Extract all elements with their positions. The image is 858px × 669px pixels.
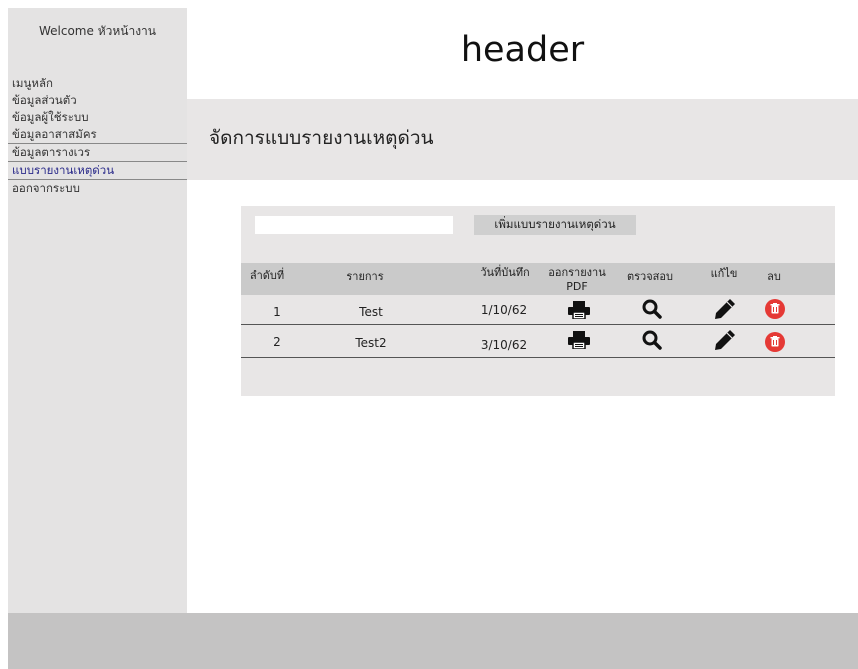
header-pdf: ออกรายงาน PDF [546,266,608,294]
search-icon[interactable] [642,299,662,323]
row-item: Test2 [355,336,387,350]
sidebar-item-emergency-report[interactable]: แบบรายงานเหตุด่วน [8,161,187,179]
header-edit: แก้ไข [710,267,738,280]
sidebar-item-volunteers[interactable]: ข้อมูลอาสาสมัคร [8,126,187,143]
sidebar-item-logout[interactable]: ออกจากระบบ [8,179,187,197]
welcome-text: Welcome หัวหน้างาน [38,24,156,38]
pencil-icon[interactable] [714,329,736,355]
report-table: ลำดับที่ รายการ วันที่บันทึก ออกรายงาน P… [241,263,835,358]
search-input[interactable] [255,216,453,234]
printer-icon[interactable] [568,301,590,323]
header-date: วันที่บันทึก [480,266,530,279]
footer [8,613,858,669]
page: Welcome หัวหน้างาน เมนูหลัก ข้อมูลส่วนตั… [8,8,858,669]
sidebar: Welcome หัวหน้างาน เมนูหลัก ข้อมูลส่วนตั… [8,8,187,613]
header-no: ลำดับที่ [249,269,285,282]
trash-icon[interactable] [765,299,785,323]
header-check: ตรวจสอบ [627,270,673,283]
sidebar-item-schedule[interactable]: ข้อมูลตารางเวร [8,143,187,161]
title-bar: จัดการแบบรายงานเหตุด่วน [187,99,858,180]
table-header: ลำดับที่ รายการ วันที่บันทึก ออกรายงาน P… [241,263,835,295]
search-icon[interactable] [642,330,662,354]
page-title: จัดการแบบรายงานเหตุด่วน [209,127,434,149]
header-pdf-line1: ออกรายงาน [548,266,606,279]
sidebar-item-main-menu[interactable]: เมนูหลัก [8,75,187,92]
pencil-icon[interactable] [714,298,736,324]
sidebar-menu: เมนูหลัก ข้อมูลส่วนตัว ข้อมูลผู้ใช้ระบบ … [8,75,187,197]
printer-icon[interactable] [568,331,590,353]
header-delete: ลบ [767,270,781,283]
header-pdf-line2: PDF [566,280,588,293]
report-panel: เพิ่มแบบรายงานเหตุด่วน ลำดับที่ รายการ ว… [241,206,835,396]
header-item: รายการ [346,270,384,283]
row-item: Test [359,305,383,319]
table-row: 1 Test 1/10/62 [241,295,835,325]
add-report-button[interactable]: เพิ่มแบบรายงานเหตุด่วน [474,215,636,235]
row-date: 1/10/62 [480,303,528,317]
sidebar-item-users[interactable]: ข้อมูลผู้ใช้ระบบ [8,109,187,126]
table-row: 2 Test2 3/10/62 [241,325,835,358]
trash-icon[interactable] [765,332,785,356]
row-date: 3/10/62 [480,338,528,352]
row-no: 1 [273,305,281,319]
row-no: 2 [273,335,281,349]
sidebar-item-profile[interactable]: ข้อมูลส่วนตัว [8,92,187,109]
header-title: header [460,30,585,70]
